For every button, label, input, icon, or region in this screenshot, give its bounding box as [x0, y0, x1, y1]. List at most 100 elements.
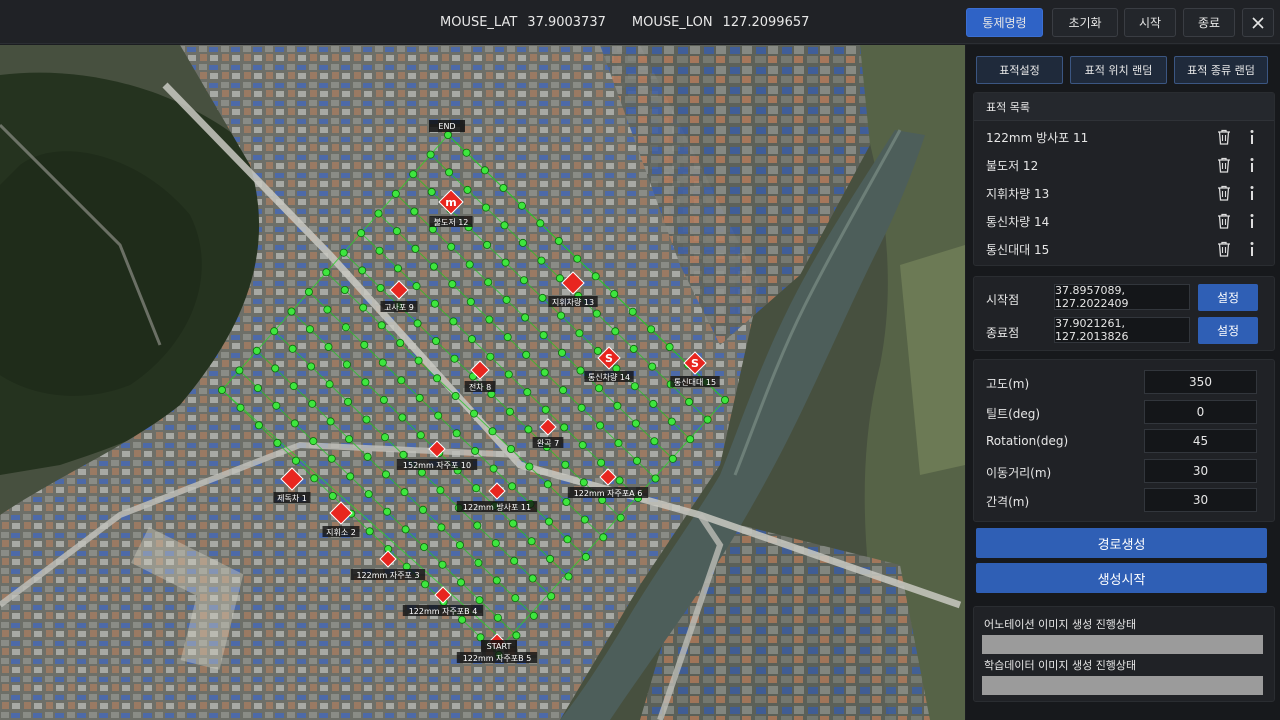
- waypoint-marker[interactable]: [273, 438, 282, 447]
- waypoint-marker[interactable]: [685, 397, 694, 406]
- waypoint-marker[interactable]: [416, 431, 425, 440]
- waypoint-marker[interactable]: [438, 560, 447, 569]
- waypoint-marker[interactable]: [489, 464, 498, 473]
- waypoint-marker[interactable]: [430, 299, 439, 308]
- waypoint-marker[interactable]: [500, 221, 509, 230]
- waypoint-marker[interactable]: [290, 419, 299, 428]
- waypoint-marker[interactable]: [649, 399, 658, 408]
- waypoint-marker[interactable]: [630, 382, 639, 391]
- waypoint-marker[interactable]: [418, 505, 427, 514]
- waypoint-marker[interactable]: [378, 358, 387, 367]
- waypoint-marker[interactable]: [591, 272, 600, 281]
- waypoint-marker[interactable]: [650, 437, 659, 446]
- waypoint-marker[interactable]: [518, 238, 527, 247]
- waypoint-marker[interactable]: [401, 525, 410, 534]
- target-type-random-button[interactable]: 표적 종류 랜덤: [1174, 56, 1268, 84]
- waypoint-marker[interactable]: [365, 527, 374, 536]
- waypoint-marker[interactable]: [558, 348, 567, 357]
- waypoint-marker[interactable]: [328, 491, 337, 500]
- waypoint-marker[interactable]: [667, 417, 676, 426]
- waypoint-marker[interactable]: [545, 517, 554, 526]
- waypoint-marker[interactable]: [327, 454, 336, 463]
- waypoint-marker[interactable]: [581, 552, 590, 561]
- waypoint-marker[interactable]: [469, 409, 478, 418]
- waypoint-marker[interactable]: [528, 574, 537, 583]
- waypoint-marker[interactable]: [364, 490, 373, 499]
- waypoint-marker[interactable]: [308, 399, 317, 408]
- waypoint-marker[interactable]: [421, 580, 430, 589]
- waypoint-marker[interactable]: [465, 260, 474, 269]
- target-position-random-button[interactable]: 표적 위치 랜덤: [1070, 56, 1167, 84]
- waypoint-marker[interactable]: [270, 327, 279, 336]
- waypoint-marker[interactable]: [357, 229, 366, 238]
- waypoint-marker[interactable]: [610, 289, 619, 298]
- param-input[interactable]: 30: [1144, 488, 1257, 512]
- waypoint-marker[interactable]: [433, 374, 442, 383]
- waypoint-marker[interactable]: [472, 484, 481, 493]
- waypoint-marker[interactable]: [342, 360, 351, 369]
- waypoint-marker[interactable]: [375, 246, 384, 255]
- info-icon[interactable]: [1238, 183, 1266, 203]
- waypoint-marker[interactable]: [447, 242, 456, 251]
- waypoint-marker[interactable]: [252, 346, 261, 355]
- waypoint-marker[interactable]: [345, 435, 354, 444]
- waypoint-marker[interactable]: [340, 285, 349, 294]
- waypoint-marker[interactable]: [559, 386, 568, 395]
- waypoint-marker[interactable]: [410, 207, 419, 216]
- target-list-item[interactable]: 지휘차량 13: [986, 179, 1266, 207]
- waypoint-marker[interactable]: [346, 472, 355, 481]
- info-icon[interactable]: [1238, 211, 1266, 231]
- waypoint-marker[interactable]: [287, 307, 296, 316]
- waypoint-marker[interactable]: [480, 166, 489, 175]
- reset-button[interactable]: 초기화: [1052, 8, 1118, 37]
- waypoint-marker[interactable]: [397, 376, 406, 385]
- waypoint-marker[interactable]: [576, 366, 585, 375]
- waypoint-marker[interactable]: [429, 262, 438, 271]
- waypoint-marker[interactable]: [463, 185, 472, 194]
- waypoint-marker[interactable]: [504, 370, 513, 379]
- waypoint-marker[interactable]: [383, 507, 392, 516]
- waypoint-marker[interactable]: [488, 427, 497, 436]
- waypoint-marker[interactable]: [543, 480, 552, 489]
- waypoint-marker[interactable]: [546, 554, 555, 563]
- waypoint-marker[interactable]: [651, 474, 660, 483]
- waypoint-marker[interactable]: [616, 513, 625, 522]
- waypoint-marker[interactable]: [452, 429, 461, 438]
- waypoint-marker[interactable]: [665, 342, 674, 351]
- waypoint-marker[interactable]: [420, 543, 429, 552]
- waypoint-marker[interactable]: [484, 278, 493, 287]
- waypoint-marker[interactable]: [539, 331, 548, 340]
- waypoint-marker[interactable]: [458, 615, 467, 624]
- waypoint-marker[interactable]: [359, 303, 368, 312]
- waypoint-marker[interactable]: [392, 227, 401, 236]
- waypoint-marker[interactable]: [304, 287, 313, 296]
- waypoint-marker[interactable]: [467, 335, 476, 344]
- waypoint-marker[interactable]: [414, 356, 423, 365]
- waypoint-marker[interactable]: [451, 391, 460, 400]
- waypoint-marker[interactable]: [376, 283, 385, 292]
- waypoint-marker[interactable]: [499, 183, 508, 192]
- waypoint-marker[interactable]: [629, 344, 638, 353]
- waypoint-marker[interactable]: [561, 460, 570, 469]
- generate-route-button[interactable]: 경로생성: [976, 528, 1267, 558]
- waypoint-marker[interactable]: [426, 150, 435, 159]
- waypoint-marker[interactable]: [615, 476, 624, 485]
- target-list-item[interactable]: 통신대대 15: [986, 235, 1266, 263]
- waypoint-marker[interactable]: [377, 321, 386, 330]
- waypoint-marker[interactable]: [491, 539, 500, 548]
- waypoint-marker[interactable]: [538, 293, 547, 302]
- waypoint-marker[interactable]: [631, 419, 640, 428]
- waypoint-marker[interactable]: [474, 558, 483, 567]
- waypoint-marker[interactable]: [486, 352, 495, 361]
- waypoint-marker[interactable]: [593, 346, 602, 355]
- waypoint-marker[interactable]: [493, 613, 502, 622]
- waypoint-marker[interactable]: [481, 203, 490, 212]
- waypoint-marker[interactable]: [524, 425, 533, 434]
- waypoint-marker[interactable]: [381, 470, 390, 479]
- waypoint-marker[interactable]: [466, 297, 475, 306]
- waypoint-marker[interactable]: [343, 397, 352, 406]
- waypoint-marker[interactable]: [505, 407, 514, 416]
- waypoint-marker[interactable]: [476, 633, 485, 642]
- waypoint-marker[interactable]: [391, 189, 400, 198]
- waypoint-marker[interactable]: [288, 344, 297, 353]
